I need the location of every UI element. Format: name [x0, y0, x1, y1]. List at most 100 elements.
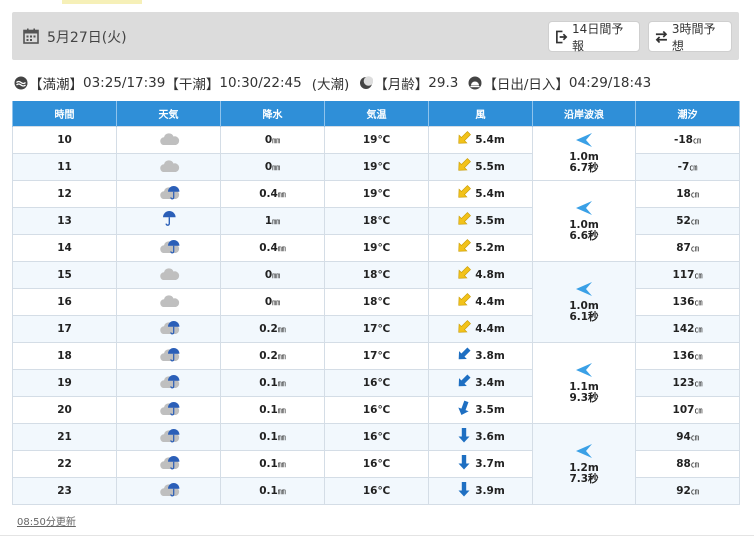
cloudy-icon — [157, 160, 181, 177]
row-weather — [116, 287, 221, 316]
updated-time-link[interactable]: 08:50分更新 — [17, 513, 76, 528]
row-wind: 5.5m — [428, 152, 533, 181]
wind-direction-icon — [456, 427, 475, 446]
row-hour: 23 — [12, 476, 117, 505]
row-hour: 17 — [12, 314, 117, 343]
header-tide: 潮汐 — [635, 101, 740, 126]
wave-direction-icon — [576, 200, 592, 215]
row-temperature: 19℃ — [324, 152, 429, 181]
row-temperature: 19℃ — [324, 125, 429, 154]
wave-height: 1.0m — [569, 218, 599, 231]
moon-age-value: 29.3 — [428, 75, 459, 91]
row-wind: 3.4m — [428, 368, 533, 397]
wave-period: 7.3秒 — [569, 472, 599, 485]
row-wind: 3.5m — [428, 395, 533, 424]
row-precipitation: 0.1㎜ — [220, 476, 325, 505]
table-row: 18 0.2㎜ 17℃ 3.8m 1.1m 9.3秒 136㎝ — [12, 341, 740, 424]
row-weather — [116, 152, 221, 181]
row-temperature: 16℃ — [324, 422, 429, 451]
row-tide: 107㎝ — [635, 395, 740, 424]
wave-direction-icon — [576, 281, 592, 296]
3-hour-forecast-button[interactable]: 3時間予想 — [648, 21, 732, 53]
wind-direction-icon — [456, 265, 475, 284]
row-weather — [116, 179, 221, 208]
wave-height: 1.2m — [569, 461, 599, 474]
wind-direction-icon — [456, 346, 475, 365]
row-wind: 3.6m — [428, 422, 533, 451]
wave-period: 6.7秒 — [569, 162, 599, 174]
row-hour: 20 — [12, 395, 117, 424]
cloudy-rain-icon — [157, 402, 181, 420]
cloudy-rain-icon — [157, 375, 181, 393]
wind-direction-icon — [456, 211, 475, 230]
row-weather — [116, 395, 221, 424]
row-tide: 94㎝ — [635, 422, 740, 451]
date-bar: 5月27日(火) 14日間予報 3時間予想 — [12, 12, 739, 60]
table-header-row: 時間 天気 降水 気温 風 沿岸波浪 潮汐 — [12, 101, 740, 126]
row-tide: 92㎝ — [635, 476, 740, 505]
row-tide: 142㎝ — [635, 314, 740, 343]
row-tide: 136㎝ — [635, 341, 740, 370]
row-wind: 5.4m — [428, 179, 533, 208]
row-temperature: 18℃ — [324, 260, 429, 289]
row-tide: 18㎝ — [635, 179, 740, 208]
sunrise-sunset-label: 【日出/日入】 — [483, 77, 569, 93]
row-precipitation: 0㎜ — [220, 260, 325, 289]
row-tide: -18㎝ — [635, 125, 740, 154]
header-coastal-waves: 沿岸波浪 — [532, 101, 636, 126]
row-hour: 18 — [12, 341, 117, 370]
row-wind: 3.7m — [428, 449, 533, 478]
header-temperature: 気温 — [324, 101, 429, 126]
row-weather — [116, 233, 221, 262]
wave-height: 1.1m — [569, 380, 599, 393]
14-day-forecast-button[interactable]: 14日間予報 — [548, 21, 640, 53]
tide-summary: 【満潮】 03:25/17:39 【干潮】 10:30/22:45 (大潮) 【… — [14, 73, 651, 93]
sign-in-icon — [556, 30, 568, 43]
row-hour: 13 — [12, 206, 117, 235]
row-weather — [116, 341, 221, 370]
row-temperature: 17℃ — [324, 314, 429, 343]
row-temperature: 19℃ — [324, 233, 429, 262]
date-title: 5月27日(火) — [47, 30, 127, 46]
wind-direction-icon — [456, 454, 475, 473]
row-temperature: 18℃ — [324, 287, 429, 316]
wave-cell: 1.1m 9.3秒 — [532, 341, 636, 424]
calendar-icon — [23, 28, 39, 44]
tide-type: (大潮) — [311, 77, 350, 93]
row-tide: 52㎝ — [635, 206, 740, 235]
table-row: 15 0㎜ 18℃ 4.8m 1.0m 6.1秒 117㎝ — [12, 260, 740, 343]
row-temperature: 16℃ — [324, 395, 429, 424]
row-hour: 10 — [12, 125, 117, 154]
top-strip — [0, 0, 754, 8]
row-precipitation: 1㎜ — [220, 206, 325, 235]
row-weather — [116, 206, 221, 235]
row-precipitation: 0.1㎜ — [220, 449, 325, 478]
cloudy-icon — [157, 133, 181, 150]
row-weather — [116, 314, 221, 343]
wind-direction-icon — [456, 373, 475, 392]
row-wind: 5.5m — [428, 206, 533, 235]
row-hour: 22 — [12, 449, 117, 478]
cloudy-rain-icon — [157, 321, 181, 339]
row-weather — [116, 476, 221, 505]
row-precipitation: 0㎜ — [220, 125, 325, 154]
row-precipitation: 0.2㎜ — [220, 314, 325, 343]
row-precipitation: 0.1㎜ — [220, 422, 325, 451]
row-precipitation: 0㎜ — [220, 287, 325, 316]
high-tide-label: 【満潮】 — [29, 77, 83, 93]
row-precipitation: 0.2㎜ — [220, 341, 325, 370]
sunrise-sunset-value: 04:29/18:43 — [568, 75, 652, 91]
umbrella-icon — [157, 211, 181, 231]
row-weather — [116, 368, 221, 397]
row-wind: 5.2m — [428, 233, 533, 262]
wind-direction-icon — [456, 184, 475, 203]
row-hour: 15 — [12, 260, 117, 289]
row-precipitation: 0㎜ — [220, 152, 325, 181]
low-tide-label: 【干潮】 — [165, 77, 220, 93]
table-row: 10 0㎜ 19℃ 5.4m 1.0m 6.7秒 -18㎝ — [12, 125, 740, 181]
row-tide: 117㎝ — [635, 260, 740, 289]
header-time: 時間 — [12, 101, 117, 126]
cloudy-rain-icon — [157, 348, 181, 366]
top-tab-highlight — [62, 0, 142, 4]
wind-direction-icon — [456, 130, 475, 149]
